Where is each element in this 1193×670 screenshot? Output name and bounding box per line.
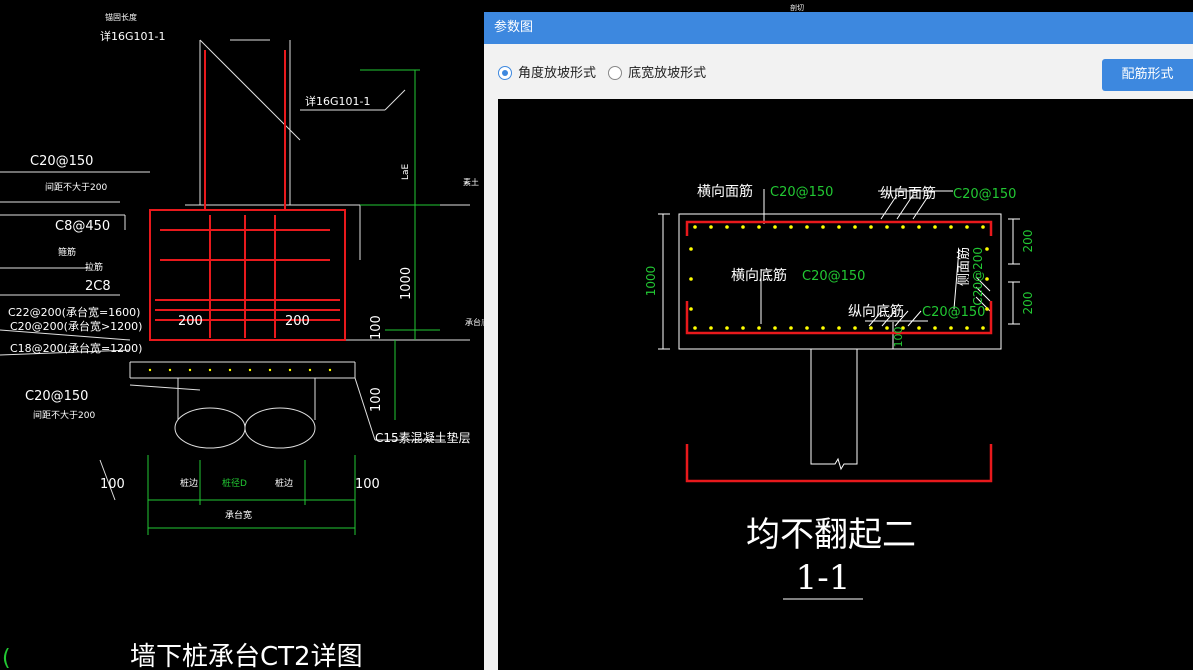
label-longitudinal-bottom-spec: C20@150 [922, 305, 985, 320]
label-transverse-top: 横向面筋 [697, 183, 753, 200]
top-rebar [685, 220, 993, 236]
label-dim-200-bottom: 200 [1021, 292, 1035, 315]
label-longitudinal-bottom: 纵向底筋 [848, 303, 904, 320]
section-mark: 1-1 [796, 558, 851, 598]
cad-dim-100-a: 100 [369, 315, 384, 340]
label-longitudinal-top-spec: C20@150 [953, 187, 1016, 202]
cad-spec-c18: C18@200(承台宽=1200) [10, 341, 142, 355]
radio-width-slope[interactable] [608, 66, 623, 80]
cad-dim-100-left: 100 [100, 477, 125, 492]
cad-spec-c20-150-b-note: 间距不大于200 [33, 409, 95, 421]
section-diagram: 横向面筋 C20@150 纵向面筋 C20@150 横向底筋 C20@150 纵… [644, 183, 1035, 600]
label-transverse-bottom-spec: C20@150 [802, 269, 865, 284]
bottom-rebar-dots [693, 326, 985, 330]
cad-ref-top: 详16G101-1 [100, 29, 165, 43]
label-side-rebar: 侧面筋 [956, 247, 972, 286]
cad-dim-mid: 桩径D [222, 477, 247, 489]
cad-dim-100-b: 100 [369, 387, 384, 412]
cad-dim-200-left: 200 [178, 314, 203, 329]
cad-anchor-note: 锚固长度 [105, 12, 137, 22]
radio-angle-slope[interactable] [498, 66, 512, 80]
section-diagram-canvas: 横向面筋 C20@150 纵向面筋 C20@150 横向底筋 C20@150 纵… [498, 99, 1193, 670]
label-height-1000: 1000 [644, 266, 658, 297]
cad-spec-c8-450: C8@450 [55, 219, 110, 234]
cad-drawing-title: 墙下桩承台CT2详图 [130, 642, 363, 670]
cad-left-mark: ( [2, 646, 11, 670]
option-width-slope[interactable]: 底宽放坡形式 [608, 62, 706, 86]
cad-spec-c20: C20@200(承台宽>1200) [10, 319, 142, 333]
cad-spec-c8-note: 箍筋 [58, 246, 76, 258]
cad-c15-note: C15素混凝土垫层 [375, 430, 471, 445]
cad-dim-edge-r: 桩边 [275, 477, 293, 489]
cad-spec-2c8-label: 拉筋 [85, 261, 103, 273]
label-transverse-top-spec: C20@150 [770, 185, 833, 200]
label-side-rebar-spec: C20@200 [971, 247, 985, 306]
label-longitudinal-top: 纵向面筋 [880, 185, 936, 202]
cad-dim-1000: 1000 [399, 267, 414, 300]
cad-top-mark: 素土 [463, 177, 479, 187]
cad-spec-c20-150: C20@150 [30, 154, 93, 169]
option-angle-slope[interactable]: 角度放坡形式 [498, 62, 596, 86]
cad-spec-2c8: 2C8 [85, 279, 111, 294]
label-dim-200-top: 200 [1021, 230, 1035, 253]
caption-text: 均不翻起二 [746, 515, 916, 555]
option-width-slope-label: 底宽放坡形式 [628, 66, 707, 81]
cad-dim-100-right: 100 [355, 477, 380, 492]
cad-spec-c20-150-note: 间距不大于200 [45, 181, 107, 193]
option-angle-slope-label: 角度放坡形式 [518, 66, 597, 81]
dialog-title: 参数图 [494, 20, 534, 35]
cad-cut-top: 剖切 [790, 3, 804, 12]
cad-dim-laE: LaE [401, 163, 411, 180]
cad-dim-width: 承台宽 [225, 509, 252, 521]
slope-form-options: 角度放坡形式 底宽放坡形式 [498, 62, 714, 86]
cad-spec-c20-150-b: C20@150 [25, 389, 88, 404]
top-rebar-dots [693, 225, 985, 229]
label-dim-100: 100 [892, 327, 905, 348]
parameter-diagram-dialog: 参数图 角度放坡形式 底宽放坡形式 配筋形式 横向面筋 C20@150 纵向面筋… [484, 12, 1193, 670]
column-stub [810, 349, 858, 471]
cad-spec-c22: C22@200(承台宽=1600) [8, 305, 140, 319]
label-transverse-bottom: 横向底筋 [731, 267, 787, 284]
cad-ref-right: 详16G101-1 [305, 94, 370, 108]
cad-dim-200-right: 200 [285, 314, 310, 329]
dialog-titlebar[interactable]: 参数图 [484, 12, 1193, 44]
rebar-form-button[interactable]: 配筋形式 [1102, 59, 1193, 91]
cad-dim-edge-l: 桩边 [180, 477, 198, 489]
